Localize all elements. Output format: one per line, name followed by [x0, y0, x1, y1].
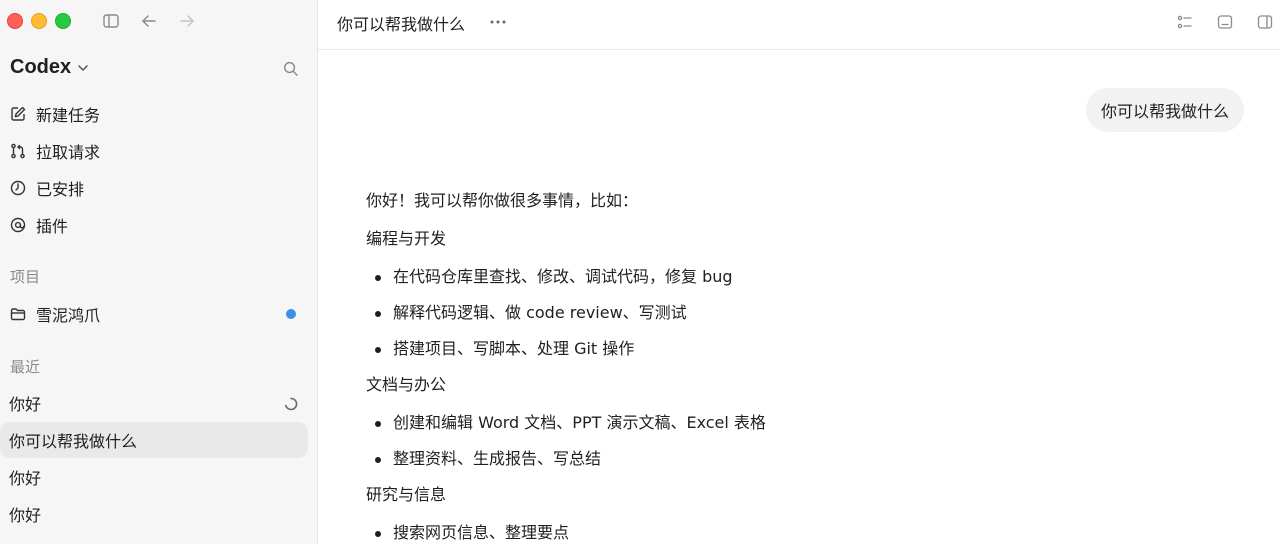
pull-request-icon: [11, 143, 25, 159]
bullet: [375, 421, 381, 427]
recent-thread-item[interactable]: 你好: [0, 496, 308, 532]
loading-spinner-icon: [285, 397, 298, 411]
folder-icon: [10, 308, 26, 321]
project-item[interactable]: 雪泥鸿爪: [0, 296, 318, 332]
conversation-pane: 你可以帮我做什么 你可以帮我做什么 你好！我可以帮你做很多事情，比如： 编程与开…: [318, 0, 1280, 544]
nav-pull-requests[interactable]: 拉取请求: [0, 133, 318, 169]
minimize-window-button[interactable]: [31, 13, 47, 29]
project-label: 雪泥鸿爪: [36, 306, 101, 325]
reply-list-item: 解释代码逻辑、做 code review、写测试: [366, 302, 1226, 338]
workspace-switcher[interactable]: Codex: [10, 56, 90, 79]
reply-list: 创建和编辑 Word 文档、PPT 演示文稿、Excel 表格 整理资料、生成报…: [366, 412, 1226, 484]
app-window: Codex 新建任务 拉取请求 已安排 插件 项目 雪泥鸿爪 最近 你好 你可以…: [0, 0, 1280, 544]
toggle-sidebar-icon[interactable]: [101, 11, 121, 31]
maximize-window-button[interactable]: [55, 13, 71, 29]
reply-section-heading: 文档与办公: [366, 375, 447, 394]
recent-thread-item-active[interactable]: 你可以帮我做什么: [0, 422, 308, 458]
forward-arrow-icon[interactable]: [177, 11, 197, 31]
bullet: [375, 531, 381, 537]
chevron-down-icon: [78, 64, 88, 71]
nav-label: 已安排: [36, 180, 85, 199]
nav-new-task[interactable]: 新建任务: [0, 96, 318, 132]
recent-section-label: 最近: [10, 358, 41, 376]
nav-label: 拉取请求: [36, 143, 101, 162]
recent-thread-label: 你好: [9, 506, 42, 525]
checklist-icon[interactable]: [1175, 12, 1195, 32]
reply-intro: 你好！我可以帮你做很多事情，比如：: [366, 191, 639, 210]
reply-list-item: 创建和编辑 Word 文档、PPT 演示文稿、Excel 表格: [366, 412, 1226, 448]
reply-list-item: 搜索网页信息、整理要点: [366, 522, 1226, 544]
plugin-icon: [10, 217, 26, 233]
nav-plugins[interactable]: 插件: [0, 207, 318, 243]
nav-scheduled[interactable]: 已安排: [0, 170, 318, 206]
recent-thread-label: 你可以帮我做什么: [9, 432, 138, 451]
clock-icon: [10, 180, 26, 196]
reply-list-item: 在代码仓库里查找、修改、调试代码，修复 bug: [366, 266, 1226, 302]
brand-name: Codex: [10, 56, 72, 78]
reply-list: 搜索网页信息、整理要点: [366, 522, 1226, 544]
recent-thread-item[interactable]: 你好: [0, 385, 308, 421]
recent-thread-label: 你好: [9, 469, 42, 488]
recent-thread-item[interactable]: 你好: [0, 459, 308, 495]
window-controls: [7, 13, 71, 29]
search-icon[interactable]: [280, 58, 300, 78]
reply-list-item: 整理资料、生成报告、写总结: [366, 448, 1226, 484]
close-window-button[interactable]: [7, 13, 23, 29]
edit-icon: [11, 106, 26, 121]
bullet: [375, 457, 381, 463]
bullet: [375, 311, 381, 317]
right-panel-icon[interactable]: [1255, 12, 1275, 32]
back-arrow-icon[interactable]: [139, 11, 159, 31]
user-message-bubble: 你可以帮我做什么: [1085, 88, 1244, 132]
assistant-reply: 你好！我可以帮你做很多事情，比如： 编程与开发 在代码仓库里查找、修改、调试代码…: [366, 190, 1226, 544]
bullet: [375, 347, 381, 353]
reply-list-item: 搭建项目、写脚本、处理 Git 操作: [366, 338, 1226, 374]
reply-section-heading: 研究与信息: [366, 485, 447, 504]
conversation-title: 你可以帮我做什么: [337, 15, 466, 34]
bullet: [375, 275, 381, 281]
conversation-header: 你可以帮我做什么: [318, 0, 1280, 50]
nav-label: 插件: [36, 217, 69, 236]
bottom-panel-icon[interactable]: [1215, 12, 1235, 32]
sidebar: Codex 新建任务 拉取请求 已安排 插件 项目 雪泥鸿爪 最近 你好 你可以…: [0, 0, 318, 544]
more-options-icon[interactable]: [488, 12, 508, 32]
unread-indicator-dot: [286, 309, 296, 319]
reply-section-heading: 编程与开发: [366, 229, 447, 248]
recent-thread-label: 你好: [9, 395, 42, 414]
nav-label: 新建任务: [36, 106, 101, 125]
projects-section-label: 项目: [10, 268, 41, 286]
reply-list: 在代码仓库里查找、修改、调试代码，修复 bug 解释代码逻辑、做 code re…: [366, 266, 1226, 374]
